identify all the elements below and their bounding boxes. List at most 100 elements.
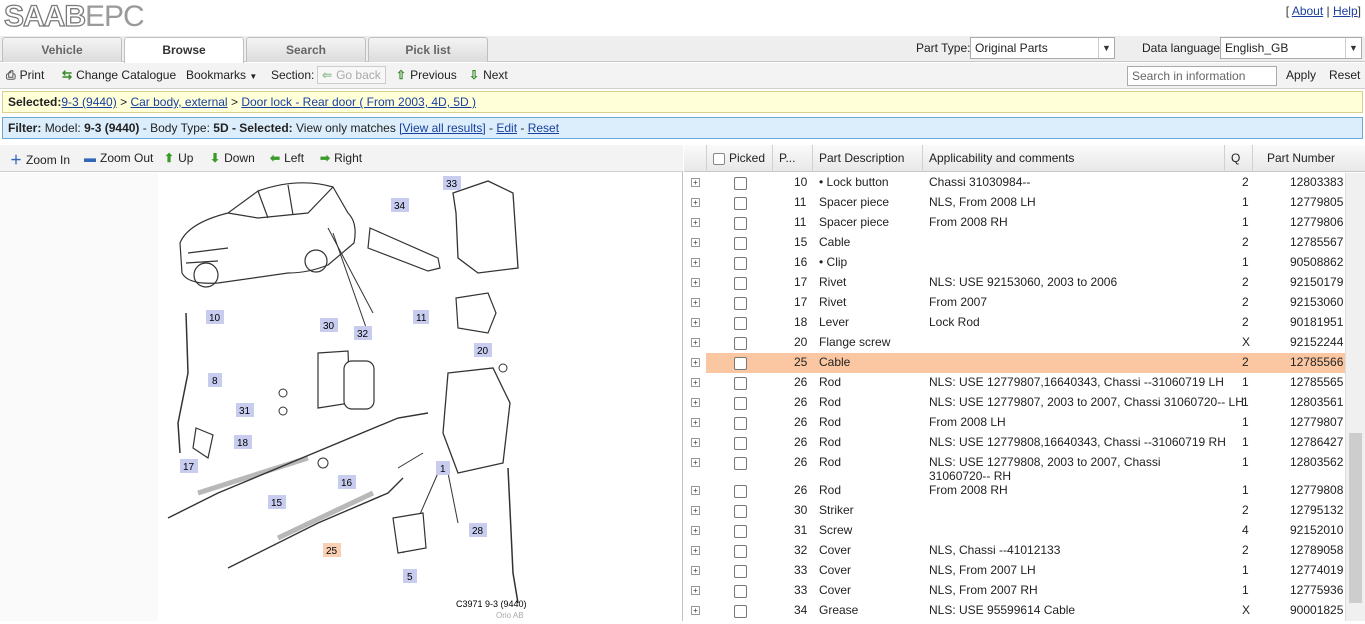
about-link[interactable]: About: [1292, 4, 1323, 18]
pick-checkbox[interactable]: [734, 177, 747, 190]
expand-icon[interactable]: +: [691, 566, 700, 575]
table-row[interactable]: +26 Rod From 2008 RH 1 12779808: [684, 481, 1345, 501]
pan-down-button[interactable]: ⬇ Down: [210, 151, 255, 165]
expand-icon[interactable]: +: [691, 486, 700, 495]
pick-checkbox[interactable]: [734, 277, 747, 290]
part-type-select[interactable]: Original Parts ▼: [970, 37, 1115, 59]
col-position[interactable]: P...: [772, 145, 812, 172]
expand-icon[interactable]: +: [691, 318, 700, 327]
scrollbar-thumb[interactable]: [1349, 433, 1362, 603]
table-row[interactable]: +17 Rivet NLS: USE 92153060, 2003 to 2006 2…: [684, 273, 1345, 293]
table-row[interactable]: +33 Cover NLS, From 2007 RH 1 12775936: [684, 581, 1345, 601]
table-row[interactable]: +15 Cable 2 12785567: [684, 233, 1345, 253]
expand-icon[interactable]: +: [691, 198, 700, 207]
crumb-group[interactable]: Car body, external: [130, 95, 227, 109]
parts-diagram[interactable]: 33 34 11 10 8 30 32 20 31 18 1 17 16 15 …: [158, 173, 530, 621]
pick-checkbox[interactable]: [734, 377, 747, 390]
select-all-checkbox[interactable]: [713, 152, 725, 165]
pick-checkbox[interactable]: [734, 505, 747, 518]
zoom-in-button[interactable]: ＋ Zoom In: [10, 151, 70, 168]
pick-checkbox[interactable]: [734, 357, 747, 370]
pick-checkbox[interactable]: [734, 337, 747, 350]
pick-checkbox[interactable]: [734, 565, 747, 578]
expand-icon[interactable]: +: [691, 358, 700, 367]
table-row[interactable]: +17 Rivet From 2007 2 92153060: [684, 293, 1345, 313]
zoom-out-button[interactable]: ▬ Zoom Out: [84, 151, 153, 165]
expand-icon[interactable]: +: [691, 506, 700, 515]
pick-checkbox[interactable]: [734, 397, 747, 410]
pick-checkbox[interactable]: [734, 545, 747, 558]
expand-icon[interactable]: +: [691, 278, 700, 287]
pick-checkbox[interactable]: [734, 217, 747, 230]
table-row[interactable]: +11 Spacer piece NLS, From 2008 LH 1 1277980…: [684, 193, 1345, 213]
expand-icon[interactable]: +: [691, 378, 700, 387]
expand-icon[interactable]: +: [691, 546, 700, 555]
reset-button[interactable]: Reset: [1329, 68, 1360, 82]
expand-icon[interactable]: +: [691, 586, 700, 595]
expand-icon[interactable]: +: [691, 606, 700, 615]
crumb-model[interactable]: 9-3 (9440): [61, 95, 116, 109]
table-row[interactable]: +26 Rod NLS: USE 12779808, 2003 to 2007, C…: [684, 453, 1345, 483]
apply-button[interactable]: Apply: [1286, 68, 1316, 82]
search-input[interactable]: Search in information: [1127, 66, 1277, 86]
expand-icon[interactable]: +: [691, 338, 700, 347]
pick-checkbox[interactable]: [734, 297, 747, 310]
pick-checkbox[interactable]: [734, 437, 747, 450]
expand-icon[interactable]: +: [691, 218, 700, 227]
help-link[interactable]: Help: [1333, 4, 1358, 18]
table-row[interactable]: +26 Rod NLS: USE 12779808,16640343, Chassi…: [684, 433, 1345, 453]
pick-checkbox[interactable]: [734, 457, 747, 470]
expand-icon[interactable]: +: [691, 238, 700, 247]
table-row[interactable]: +20 Flange screw X 92152244: [684, 333, 1345, 353]
table-row[interactable]: +18 Lever Lock Rod 2 90181951: [684, 313, 1345, 333]
pick-checkbox[interactable]: [734, 317, 747, 330]
pick-checkbox[interactable]: [734, 257, 747, 270]
table-scrollbar[interactable]: [1345, 173, 1365, 621]
table-row[interactable]: +34 Grease NLS: USE 95599614 Cable X 9000182…: [684, 601, 1345, 621]
tab-search[interactable]: Search: [246, 37, 366, 62]
pick-checkbox[interactable]: [734, 197, 747, 210]
expand-icon[interactable]: +: [691, 418, 700, 427]
table-row[interactable]: +31 Screw 4 92152010: [684, 521, 1345, 541]
pick-checkbox[interactable]: [734, 585, 747, 598]
table-row[interactable]: +26 Rod From 2008 LH 1 12779807: [684, 413, 1345, 433]
expand-icon[interactable]: +: [691, 458, 700, 467]
expand-icon[interactable]: +: [691, 258, 700, 267]
pan-up-button[interactable]: ⬆ Up: [164, 151, 193, 165]
pan-right-button[interactable]: ➡ Right: [320, 151, 362, 165]
table-row[interactable]: +25 Cable 2 12785566: [684, 353, 1345, 373]
col-part-number[interactable]: Part Number: [1252, 145, 1345, 172]
data-language-select[interactable]: English_GB ▼: [1220, 37, 1362, 59]
next-button[interactable]: ⇩ Next: [469, 68, 508, 82]
table-row[interactable]: +30 Striker 2 12795132: [684, 501, 1345, 521]
tab-vehicle[interactable]: Vehicle: [2, 37, 122, 62]
expand-icon[interactable]: +: [691, 438, 700, 447]
expand-icon[interactable]: +: [691, 178, 700, 187]
change-catalogue-button[interactable]: ⇆ Change Catalogue: [62, 68, 176, 82]
filter-edit-link[interactable]: Edit: [496, 121, 517, 135]
bookmarks-menu[interactable]: Bookmarks ▼: [186, 68, 257, 82]
table-row[interactable]: +33 Cover NLS, From 2007 LH 1 12774019: [684, 561, 1345, 581]
expand-icon[interactable]: +: [691, 298, 700, 307]
view-all-results-link[interactable]: [View all results]: [399, 121, 485, 135]
expand-icon[interactable]: +: [691, 398, 700, 407]
pick-checkbox[interactable]: [734, 525, 747, 538]
go-back-button[interactable]: ⇐ Go back: [317, 66, 386, 84]
table-row[interactable]: +32 Cover NLS, Chassi --41012133 2 12789058: [684, 541, 1345, 561]
tab-browse[interactable]: Browse: [124, 37, 244, 63]
table-row[interactable]: +26 Rod NLS: USE 12779807,16640343, Chassi…: [684, 373, 1345, 393]
table-row[interactable]: +10 • Lock button Chassi 31030984-- 2 128033…: [684, 173, 1345, 193]
col-picked[interactable]: Picked: [706, 145, 772, 172]
pick-checkbox[interactable]: [734, 237, 747, 250]
col-quantity[interactable]: Q: [1224, 145, 1252, 172]
table-row[interactable]: +11 Spacer piece From 2008 RH 1 12779806: [684, 213, 1345, 233]
print-button[interactable]: ⎙ Print: [6, 68, 44, 83]
pan-left-button[interactable]: ⬅ Left: [270, 151, 304, 165]
filter-reset-link[interactable]: Reset: [528, 121, 559, 135]
pick-checkbox[interactable]: [734, 485, 747, 498]
col-applicability[interactable]: Applicability and comments: [922, 145, 1224, 172]
crumb-section[interactable]: Door lock - Rear door ( From 2003, 4D, 5…: [241, 95, 476, 109]
col-description[interactable]: Part Description: [812, 145, 922, 172]
previous-button[interactable]: ⇧ Previous: [396, 68, 457, 82]
pick-checkbox[interactable]: [734, 417, 747, 430]
